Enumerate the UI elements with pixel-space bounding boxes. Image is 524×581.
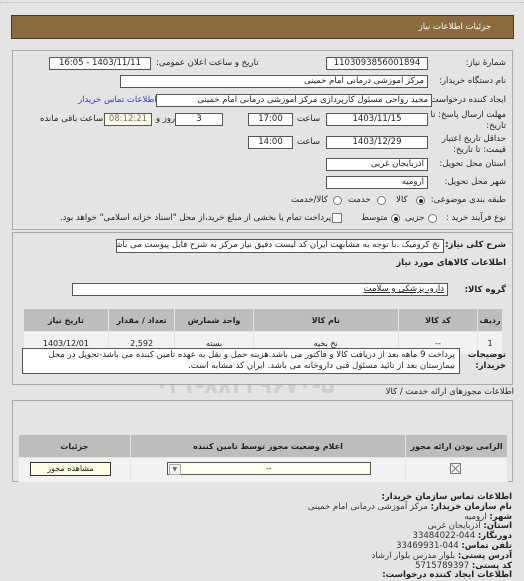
process-option-minor: جزیی <box>405 213 425 223</box>
buyer-notes-label: توضیحات خریدار: <box>467 350 506 371</box>
summary-label: شرح کلی نیاز: <box>445 240 506 250</box>
col-row-number: ردیف <box>477 308 503 332</box>
process-radio-medium[interactable] <box>391 214 400 223</box>
col-permit-status: اعلام وضعیت مجوز توسط تامین کننده <box>129 434 407 458</box>
province-label: استان محل تحویل: <box>439 159 506 169</box>
need-number-field: 1103093856001894 <box>326 57 428 70</box>
deadline-time-field: 17:00 <box>248 113 293 126</box>
remaining-days-field: 3 <box>175 113 223 126</box>
contact-phone-value: 044-33469931 <box>396 540 459 551</box>
view-permit-button[interactable]: مشاهده مجوز <box>30 462 111 476</box>
price-validity-time-field: 14:00 <box>248 136 293 149</box>
contact-province-label: استان: <box>483 521 512 532</box>
required-checked-box-icon <box>450 463 462 474</box>
contact-postal-value: 5715789397 <box>415 560 470 571</box>
category-radio-service[interactable] <box>377 196 386 205</box>
contact-org-value: مرکز آموزشی درمانی امام خمینی <box>307 501 428 512</box>
treasury-bonds-checkbox[interactable] <box>332 213 342 223</box>
treasury-bonds-label: پرداخت تمام یا بخشی از مبلغ خرید،از محل … <box>60 213 332 223</box>
city-field: ارومیه <box>326 176 428 189</box>
col-quantity: تعداد / مقدار <box>107 308 176 332</box>
contact-fax-label: دورنگار: <box>477 531 512 542</box>
contact-address-label: آدرس پستی: <box>457 550 512 561</box>
price-validity-date-field: 1403/12/29 <box>326 136 428 149</box>
requester-field: مجید رواحی مسئول کارپردازی مرکز آموزشی د… <box>156 94 432 107</box>
announce-datetime-field: 1403/11/11 - 16:05 <box>49 57 151 70</box>
goods-table-header: ردیف کد کالا نام کالا واحد شمارش تعداد /… <box>23 308 503 332</box>
page-header: جزئیات اطلاعات نیاز <box>11 15 514 39</box>
buyer-notes-field: پرداخت 9 ماهه بعد از دریافت کالا و فاکتو… <box>22 348 460 374</box>
col-permit-required: الزامی بودن ارائه مجوز <box>405 434 508 458</box>
process-radio-minor[interactable] <box>428 214 437 223</box>
buyer-org-field: مرکز آموزشی درمانی امام خمینی <box>120 75 428 88</box>
cell-permit-details: مشاهده مجوز <box>18 457 131 483</box>
page-title: جزئیات اطلاعات نیاز <box>418 22 491 32</box>
contact-org-label: نام سازمان خریدار: <box>430 501 512 512</box>
top-border <box>0 0 524 3</box>
cell-permit-required <box>405 457 508 483</box>
contact-fax-value: 044-33484022 <box>412 531 476 542</box>
process-label: نوع فرآیند خرید : <box>445 213 506 223</box>
buyer-org-label: نام دستگاه خریدار: <box>439 76 506 86</box>
permit-status-select[interactable]: -- ▼ <box>166 462 371 475</box>
province-field: آذربایجان غربی <box>326 158 428 171</box>
contact-postal-label: کد پستی: <box>471 560 512 571</box>
buyer-contact-link[interactable]: اطلاعات تماس خریدار <box>78 95 157 105</box>
contact-address-value: بلوار مدرس بلوار ارشاد <box>371 550 456 561</box>
announce-datetime-label: تاریخ و ساعت اعلان عمومی: <box>156 58 259 68</box>
category-label: طبقه بندی موضوعی: <box>430 195 506 205</box>
permits-table: الزامی بودن ارائه مجوز اعلام وضعیت مجوز … <box>18 434 508 483</box>
permits-title: اطلاعات مجوزهای ارائه خدمت / کالا <box>385 387 514 397</box>
category-option-service: خدمت <box>348 195 371 205</box>
contact-phone-label: تلفن تماس: <box>461 540 512 551</box>
summary-field: نخ کرومیک .با توجه به مشابهت ایران کد لی… <box>116 239 444 253</box>
table-row: -- ▼ مشاهده مجوز <box>18 457 508 483</box>
contact-province-value: آذربایجان غربی <box>427 521 481 532</box>
goods-group-label: گروه کالا: <box>464 285 506 295</box>
permits-table-header: الزامی بودن ارائه مجوز اعلام وضعیت مجوز … <box>18 434 508 458</box>
remaining-time-field: 08:12:21 <box>104 113 152 126</box>
requester-label: ایجاد کننده درخواست: <box>427 95 506 105</box>
contact-title: اطلاعات تماس سازمان خریدار: <box>381 492 512 502</box>
buyer-notes-line1: پرداخت 9 ماهه بعد از دریافت کالا و فاکتو… <box>48 350 455 360</box>
deadline-label: مهلت ارسال پاسخ: تا تاریخ: <box>430 110 506 131</box>
goods-group-field: دارو، پزشکی و سلامت <box>72 283 448 296</box>
category-radio-goods[interactable] <box>416 196 425 205</box>
category-option-goods: کالا <box>396 195 408 205</box>
buyer-notes-line2: بیمارستان بعد از تائید مسئول فنی داروخان… <box>188 361 455 371</box>
price-validity-label: حداقل تاریخ اعتبار قیمت: تا تاریخ: <box>441 134 506 155</box>
remaining-days-label: روز و <box>156 114 176 124</box>
remaining-time-label: ساعت باقی مانده <box>40 114 104 124</box>
category-option-goods-service: کالا/خدمت <box>291 195 328 205</box>
col-need-date: تاریخ نیاز <box>23 308 109 332</box>
city-label: شهر محل تحویل: <box>444 177 506 187</box>
creator-info-title: اطلاعات ایجاد کننده درخواست: <box>382 570 512 581</box>
category-radio-goods-service[interactable] <box>333 196 342 205</box>
price-validity-time-label: ساعت <box>297 137 321 147</box>
deadline-date-field: 1403/11/15 <box>326 113 428 126</box>
permit-status-value: -- <box>265 464 272 473</box>
chevron-down-icon[interactable]: ▼ <box>168 464 181 475</box>
need-number-label: شمارهٔ نیاز: <box>465 58 506 68</box>
deadline-time-label: ساعت <box>297 114 321 124</box>
col-permit-details: جزئیات <box>18 434 131 458</box>
cell-permit-status: -- ▼ <box>129 457 407 483</box>
buyer-contact-info: اطلاعات تماس سازمان خریدار: نام سازمان خ… <box>212 492 512 581</box>
col-goods-name: نام کالا <box>252 308 399 332</box>
process-option-medium: متوسط <box>361 213 388 223</box>
col-goods-code: کد کالا <box>397 308 479 332</box>
col-unit: واحد شمارش <box>174 308 254 332</box>
goods-info-title: اطلاعات کالاهای مورد نیاز <box>396 258 506 268</box>
